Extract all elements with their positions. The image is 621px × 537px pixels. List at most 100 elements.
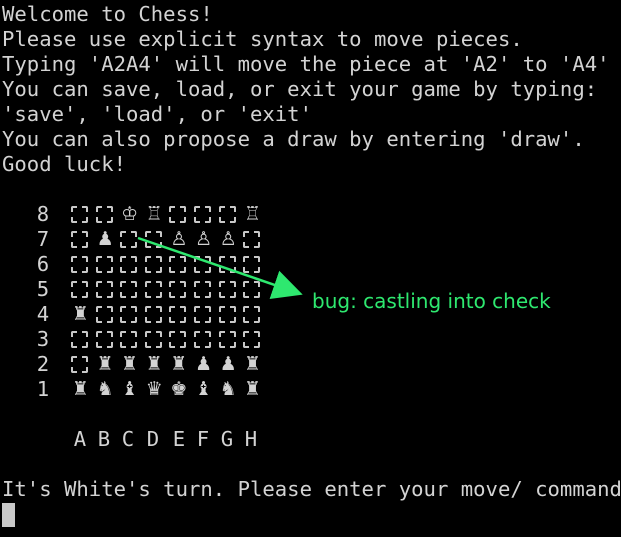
board-square-empty xyxy=(166,252,191,277)
chess-piece: ♔ xyxy=(121,203,139,225)
board-square-empty xyxy=(117,227,142,252)
board-square-piece: ♜ xyxy=(117,352,142,377)
board-square-empty xyxy=(68,227,93,252)
chess-piece: ♙ xyxy=(194,228,213,250)
board-square-empty xyxy=(142,302,167,327)
board-square-piece: ♙ xyxy=(216,227,241,252)
board-square-empty xyxy=(142,277,167,302)
board-square-piece: ♜ xyxy=(240,377,265,402)
board-square-piece: ♖ xyxy=(142,202,167,227)
chess-piece: ♞ xyxy=(96,378,114,400)
chess-piece: ♟ xyxy=(219,353,237,375)
board-square-piece: ♖ xyxy=(240,202,265,227)
board-square-empty xyxy=(166,327,191,352)
rank-label: 8 xyxy=(36,202,50,226)
board-square-empty xyxy=(68,352,93,377)
board-square-empty xyxy=(68,277,93,302)
board-square-piece: ♛ xyxy=(142,377,167,402)
board-square-empty xyxy=(166,202,191,227)
board-square-empty xyxy=(216,302,241,327)
chess-piece: ♜ xyxy=(244,378,262,400)
turn-prompt: It's White's turn. Please enter your mov… xyxy=(2,477,621,501)
chess-piece: ♝ xyxy=(121,378,139,400)
board-square-empty xyxy=(68,327,93,352)
bug-annotation-label: bug: castling into check xyxy=(312,289,551,313)
chess-piece: ♜ xyxy=(71,303,90,325)
rank-label: 6 xyxy=(36,252,50,276)
board-square-empty xyxy=(216,277,241,302)
board-square-empty xyxy=(166,302,191,327)
chess-piece: ♙ xyxy=(219,228,237,250)
board-square-empty xyxy=(216,252,241,277)
chess-piece: ♛ xyxy=(145,378,163,400)
file-label: C xyxy=(121,427,135,451)
board-square-empty xyxy=(68,252,93,277)
board-square-piece: ♟ xyxy=(93,227,118,252)
file-label: G xyxy=(220,427,234,451)
file-label: B xyxy=(97,427,111,451)
chess-piece: ♟ xyxy=(96,228,114,250)
board-square-piece: ♟ xyxy=(191,352,216,377)
board-square-empty xyxy=(216,327,241,352)
file-label: E xyxy=(172,427,186,451)
board-square-empty xyxy=(93,302,118,327)
board-square-piece: ♝ xyxy=(191,377,216,402)
board-square-empty xyxy=(191,277,216,302)
board-square-piece: ♙ xyxy=(166,227,191,252)
intro-line-syntax: Please use explicit syntax to move piece… xyxy=(2,27,523,51)
rank-label: 4 xyxy=(36,302,50,326)
board-square-empty xyxy=(142,327,167,352)
board-square-piece: ♜ xyxy=(142,352,167,377)
chess-piece: ♙ xyxy=(170,228,188,250)
board-square-empty xyxy=(240,227,265,252)
chess-piece: ♜ xyxy=(121,353,139,375)
chess-piece: ♜ xyxy=(244,353,262,375)
board-square-piece: ♙ xyxy=(191,227,216,252)
chess-piece: ♟ xyxy=(194,353,213,375)
rank-label: 1 xyxy=(36,377,50,401)
board-square-piece: ♚ xyxy=(166,377,191,402)
board-square-empty xyxy=(240,277,265,302)
chess-piece: ♞ xyxy=(219,378,237,400)
board-square-empty xyxy=(93,277,118,302)
board-square-piece: ♟ xyxy=(216,352,241,377)
chess-piece: ♜ xyxy=(71,378,90,400)
board-square-empty xyxy=(117,302,142,327)
board-square-piece: ♜ xyxy=(68,302,93,327)
chess-piece: ♜ xyxy=(96,353,114,375)
intro-line-welcome: Welcome to Chess! xyxy=(2,2,213,26)
intro-line-example: Typing 'A2A4' will move the piece at 'A2… xyxy=(2,52,610,76)
file-label: F xyxy=(196,427,210,451)
file-label: A xyxy=(73,427,87,451)
board-square-empty xyxy=(240,252,265,277)
rank-label: 5 xyxy=(36,277,50,301)
rank-label: 3 xyxy=(36,327,50,351)
board-square-empty xyxy=(216,202,241,227)
rank-label: 2 xyxy=(36,352,50,376)
chess-piece: ♖ xyxy=(244,203,262,225)
board-square-piece: ♞ xyxy=(216,377,241,402)
board-square-empty xyxy=(117,252,142,277)
board-square-empty xyxy=(93,252,118,277)
board-square-piece: ♜ xyxy=(93,352,118,377)
terminal-window[interactable]: Welcome to Chess! Please use explicit sy… xyxy=(0,0,621,537)
board-square-piece: ♜ xyxy=(68,377,93,402)
board-square-piece: ♝ xyxy=(117,377,142,402)
text-cursor[interactable] xyxy=(2,503,15,527)
file-label: H xyxy=(244,427,258,451)
file-label: D xyxy=(146,427,160,451)
board-square-empty xyxy=(191,252,216,277)
board-square-empty xyxy=(68,202,93,227)
chess-piece: ♜ xyxy=(170,353,188,375)
intro-line-draw: You can also propose a draw by entering … xyxy=(2,127,585,151)
rank-label: 7 xyxy=(36,227,50,251)
chess-piece: ♜ xyxy=(145,353,163,375)
board-square-empty xyxy=(117,327,142,352)
board-square-piece: ♜ xyxy=(166,352,191,377)
chess-piece: ♖ xyxy=(145,203,163,225)
board-square-empty xyxy=(240,302,265,327)
board-square-empty xyxy=(142,252,167,277)
board-square-piece: ♞ xyxy=(93,377,118,402)
board-square-empty xyxy=(117,277,142,302)
board-square-empty xyxy=(240,327,265,352)
